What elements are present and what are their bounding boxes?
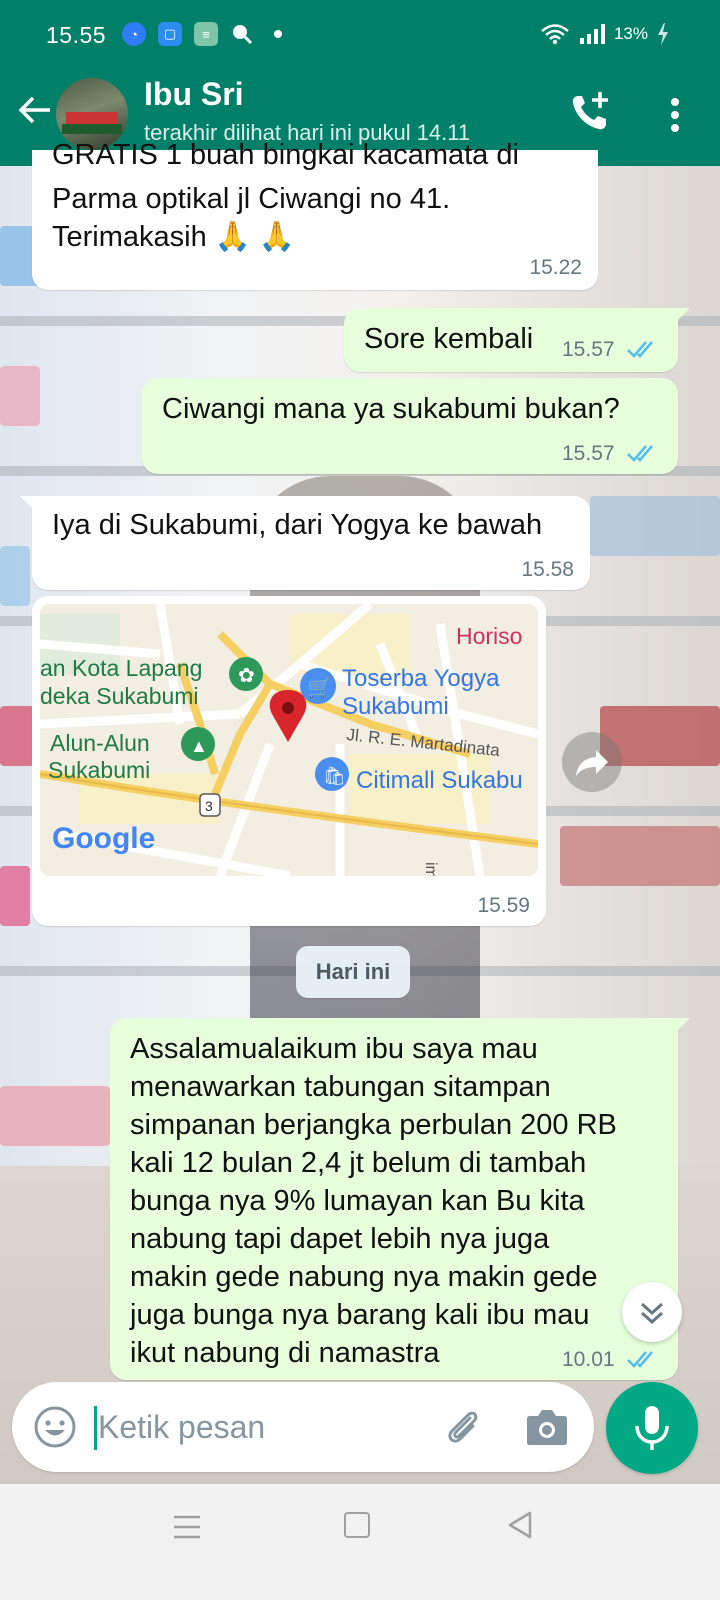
- message-bubble-outgoing[interactable]: Assalamualaikum ibu saya mau menawarkan …: [110, 1018, 690, 1380]
- more-options-icon[interactable]: [660, 90, 690, 140]
- camera-icon[interactable]: [524, 1406, 570, 1448]
- dot-icon: [266, 22, 290, 46]
- date-divider: Hari ini: [296, 946, 410, 998]
- read-ticks-icon: [627, 1351, 653, 1368]
- text-caret: [94, 1406, 97, 1450]
- map-label-toserba: Toserba Yogya: [342, 665, 500, 692]
- battery-percent: 13%: [613, 24, 648, 43]
- battery-icon: [658, 23, 668, 45]
- message-composer: [12, 1382, 594, 1472]
- contact-name[interactable]: Ibu Sri: [144, 76, 244, 113]
- emoji-icon[interactable]: [32, 1404, 78, 1450]
- back-arrow-icon[interactable]: [14, 92, 54, 132]
- map-label-horiso: Horiso: [456, 623, 522, 649]
- message-text: Assalamualaikum ibu saya mau menawarkan …: [130, 1033, 617, 1369]
- svg-text:🛒: 🛒: [307, 675, 332, 699]
- map-label-alun-alun: Alun-Alun: [50, 730, 150, 756]
- read-ticks-icon: [627, 341, 653, 358]
- message-time: 15.59: [477, 894, 530, 917]
- microphone-button[interactable]: [606, 1382, 698, 1474]
- svg-text:✿: ✿: [238, 665, 255, 687]
- wifi-icon: [541, 24, 569, 45]
- system-navigation-bar: [0, 1484, 720, 1600]
- nav-back-icon[interactable]: [506, 1510, 534, 1540]
- message-time: 15.57: [562, 442, 615, 465]
- message-text-partial: GRATIS 1 buah bingkai kacamata di: [52, 139, 519, 171]
- message-text: Ciwangi mana ya sukabumi bukan?: [162, 393, 620, 425]
- location-map[interactable]: Horiso an Kota Lapang deka Sukabumi ✿ 🛒 …: [40, 604, 538, 876]
- browser-icon: ◔: [122, 22, 146, 46]
- svg-text:🛍: 🛍: [323, 766, 346, 786]
- route-shield: 3: [205, 798, 213, 814]
- signal-icon: [579, 24, 605, 44]
- message-bubble-outgoing[interactable]: Ciwangi mana ya sukabumi bukan? 15.57: [142, 378, 678, 474]
- app-icon: ▢: [158, 22, 182, 46]
- message-input[interactable]: [98, 1400, 418, 1454]
- read-ticks-icon: [627, 445, 653, 462]
- message-time: 10.01: [562, 1348, 615, 1371]
- map-label-vertical: im.: [422, 862, 439, 876]
- message-time: 15.57: [562, 338, 615, 361]
- status-bar: 15.55 ◔ ▢ ≡ 13%: [0, 0, 720, 70]
- message-text: Iya di Sukabumi, dari Yogya ke bawah: [52, 509, 543, 541]
- status-time: 15.55: [46, 22, 107, 48]
- recent-apps-icon[interactable]: [172, 1514, 202, 1540]
- message-bubble-incoming[interactable]: Iya di Sukabumi, dari Yogya ke bawah 15.…: [20, 496, 590, 590]
- forward-icon[interactable]: [562, 732, 622, 792]
- message-bubble-outgoing[interactable]: Sore kembali 15.57: [344, 308, 690, 372]
- message-bubble-incoming[interactable]: GRATIS 1 buah bingkai kacamata di Parma …: [32, 139, 598, 290]
- add-call-icon[interactable]: [566, 88, 616, 138]
- message-text: Sore kembali: [364, 323, 534, 355]
- map-label-toserba-2: Sukabumi: [342, 693, 449, 720]
- map-label-kota-lapang: an Kota Lapang: [40, 655, 202, 681]
- message-time: 15.58: [521, 558, 574, 581]
- home-icon[interactable]: [344, 1512, 370, 1538]
- notes-icon: ≡: [194, 22, 218, 46]
- message-time: 15.22: [529, 256, 582, 279]
- search-icon: [230, 22, 254, 46]
- scroll-to-bottom-button[interactable]: [622, 1282, 682, 1342]
- microphone-icon: [635, 1406, 669, 1450]
- message-text: Parma optikal jl Ciwangi no 41. Terimaka…: [52, 183, 451, 253]
- attachment-icon[interactable]: [440, 1404, 486, 1450]
- svg-text:▲: ▲: [190, 736, 208, 756]
- location-message[interactable]: Horiso an Kota Lapang deka Sukabumi ✿ 🛒 …: [32, 596, 546, 926]
- google-logo: Google: [52, 822, 155, 855]
- map-label-alun-alun-2: Sukabumi: [48, 757, 150, 783]
- map-label-citimall: Citimall Sukabu: [356, 767, 523, 794]
- map-label-kota-lapang-2: deka Sukabumi: [40, 683, 199, 709]
